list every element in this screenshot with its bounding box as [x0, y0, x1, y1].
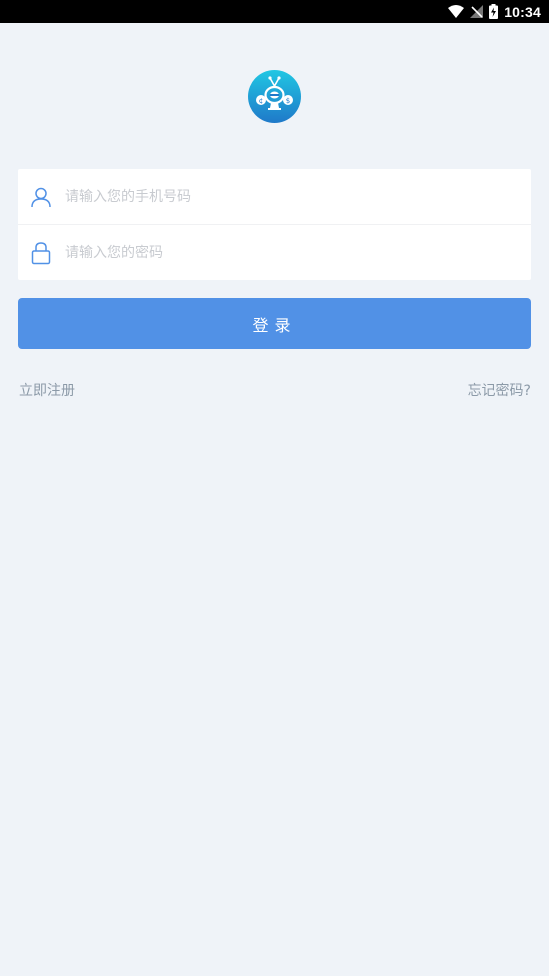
svg-text:¢: ¢: [259, 97, 263, 105]
login-button[interactable]: 登录: [18, 298, 531, 349]
status-bar: 10:34: [0, 0, 549, 23]
forgot-password-link[interactable]: 忘记密码?: [468, 380, 531, 400]
user-icon: [18, 186, 64, 208]
svg-text:$: $: [286, 97, 290, 105]
password-row: [18, 225, 531, 280]
status-time: 10:34: [504, 3, 541, 20]
register-link[interactable]: 立即注册: [19, 380, 75, 400]
password-input[interactable]: [65, 237, 505, 268]
wifi-icon: [448, 5, 465, 18]
phone-input[interactable]: [65, 181, 505, 212]
lock-icon: [18, 241, 64, 265]
phone-row: [18, 169, 531, 225]
login-form: [18, 169, 531, 280]
battery-charging-icon: [489, 4, 499, 19]
no-signal-icon: [470, 5, 484, 18]
app-logo: ¢ $: [248, 70, 301, 123]
